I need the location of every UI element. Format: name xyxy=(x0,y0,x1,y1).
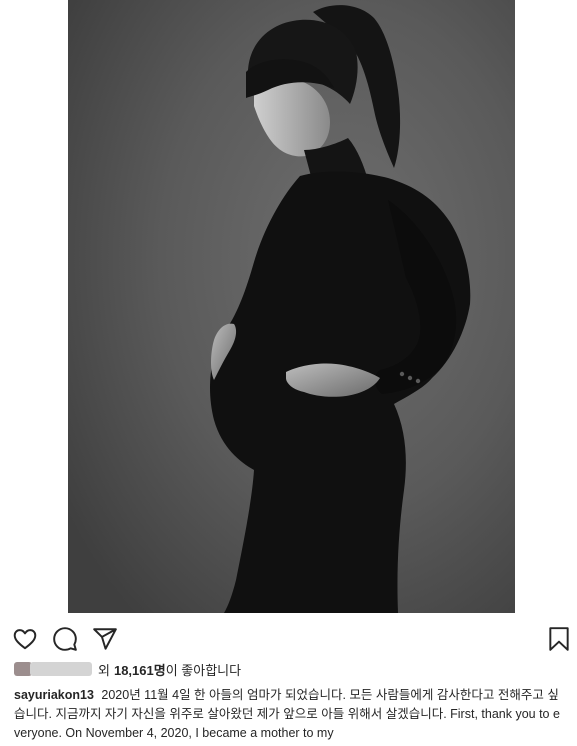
post-photo[interactable] xyxy=(68,0,515,613)
paper-plane-icon[interactable] xyxy=(92,626,118,652)
post-action-bar xyxy=(0,622,577,654)
likes-summary: 외 18,161명 이 좋아합니다 xyxy=(14,658,241,680)
post-photo-graphic xyxy=(68,0,515,613)
caption-text: 2020년 11월 4일 한 아들의 엄마가 되었습니다. 모든 사람들에게 감… xyxy=(14,688,560,740)
liker-name-blurred xyxy=(30,662,92,676)
post-caption: sayuriakon13 2020년 11월 4일 한 아들의 엄마가 되었습니… xyxy=(14,686,566,743)
bookmark-icon[interactable] xyxy=(546,626,572,652)
likes-count[interactable]: 18,161명 xyxy=(114,660,166,679)
comment-icon[interactable] xyxy=(52,626,78,652)
caption-username[interactable]: sayuriakon13 xyxy=(14,688,94,702)
liker-avatars[interactable] xyxy=(14,660,92,678)
heart-icon[interactable] xyxy=(12,626,38,652)
likes-prefix: 외 xyxy=(98,662,110,678)
likes-suffix: 이 좋아합니다 xyxy=(165,662,242,678)
